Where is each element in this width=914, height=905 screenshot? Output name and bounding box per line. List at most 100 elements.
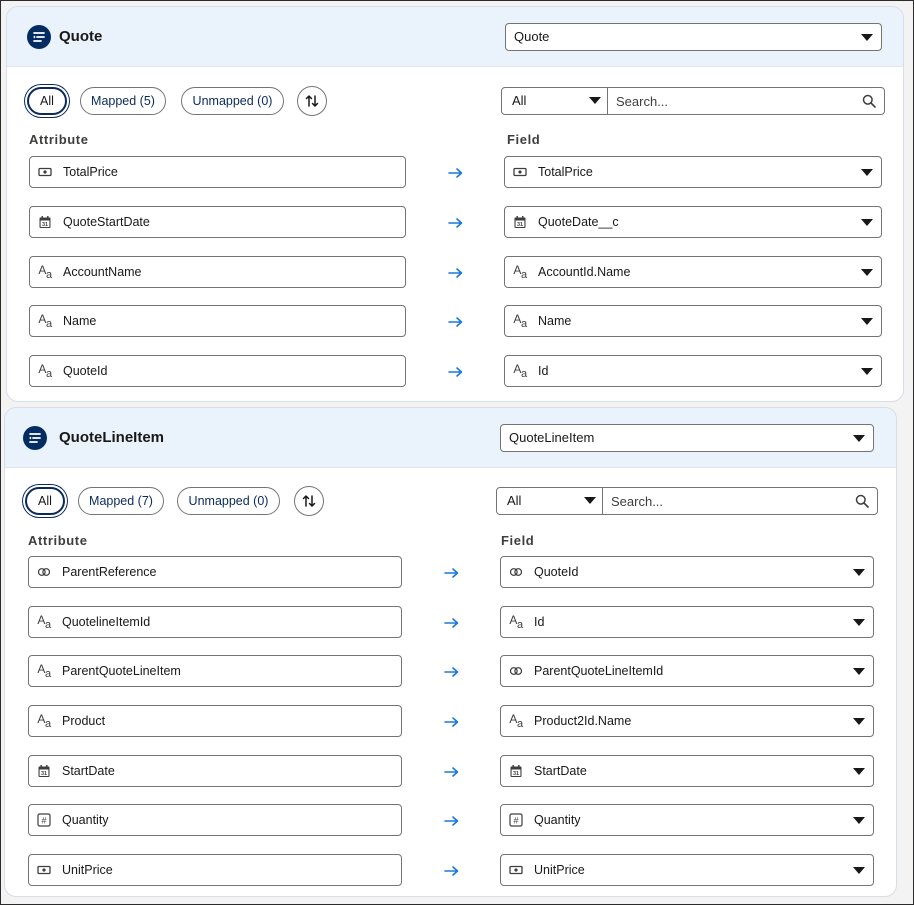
filter-mapped-button[interactable]: Mapped (7) [78,487,164,515]
chevron-down-icon [853,718,865,725]
field-select[interactable]: Aa Id [500,606,874,638]
mapping-section-card: Quote Quote All Mapped (5) Unmapped (0) Al… [6,6,904,402]
attribute-field: # Quantity [28,804,402,836]
svg-text:#: # [41,816,46,826]
attribute-field: Aa QuotelineItemId [28,606,402,638]
mapping-arrow-icon [448,315,464,327]
field-column-header: Field [501,533,535,548]
attribute-name: ParentQuoteLineItem [62,664,181,678]
text-icon: Aa [37,711,51,730]
svg-text:31: 31 [513,771,519,777]
attribute-field: 31 QuoteStartDate [29,206,406,238]
filter-all-button[interactable]: All [25,487,65,515]
object-select[interactable]: Quote [505,23,882,51]
attribute-column-header: Attribute [29,132,89,147]
mapping-arrow-icon [444,864,460,876]
field-name: Quantity [534,813,581,827]
field-select[interactable]: Aa Id [504,355,882,387]
attribute-name: QuotelineItemId [62,615,151,629]
number-icon: # [37,813,51,827]
attribute-field: TotalPrice [29,156,406,188]
mapping-arrow-icon [448,266,464,278]
chevron-down-icon [861,368,873,375]
filter-unmapped-button[interactable]: Unmapped (0) [177,487,280,515]
search-icon[interactable] [855,494,869,513]
chevron-down-icon [853,867,865,874]
filter-mapped-label: Mapped (7) [89,494,153,508]
svg-text:31: 31 [517,222,523,228]
field-name: QuoteDate__c [538,215,619,229]
field-select[interactable]: ParentQuoteLineItemId [500,655,874,687]
sort-button[interactable] [297,86,327,116]
text-icon: Aa [37,612,51,631]
attribute-field: 31 StartDate [28,755,402,787]
link-icon [509,565,523,579]
object-select-value: Quote [514,29,550,44]
chevron-down-icon [861,318,873,325]
chevron-down-icon [853,569,865,576]
mapping-arrow-icon [444,566,460,578]
chevron-down-icon [861,34,873,41]
filter-unmapped-label: Unmapped (0) [192,94,273,108]
filter-unmapped-button[interactable]: Unmapped (0) [181,87,284,115]
attribute-name: TotalPrice [63,165,118,179]
field-filter-group: All [501,87,885,115]
number-icon: # [509,813,523,827]
sort-button[interactable] [294,486,324,516]
field-type-select-value: All [507,493,522,508]
attribute-name: Quantity [62,813,109,827]
attribute-field: Aa ParentQuoteLineItem [28,655,402,687]
link-icon [509,664,523,678]
currency-icon [37,863,51,877]
text-icon: Aa [509,711,523,730]
field-select[interactable]: 31 QuoteDate__c [504,206,882,238]
calendar-icon: 31 [513,215,527,229]
chevron-down-icon [853,619,865,626]
mapping-arrow-icon [444,616,460,628]
attribute-name: ParentReference [62,565,157,579]
field-name: QuoteId [534,565,579,579]
section-title: QuoteLineItem [59,429,165,446]
mapping-arrow-icon [444,814,460,826]
mapping-object-icon [23,426,47,450]
object-select[interactable]: QuoteLineItem [500,424,874,452]
chevron-down-icon [861,219,873,226]
mapping-arrow-icon [444,715,460,727]
field-type-select[interactable]: All [497,488,603,514]
field-select[interactable]: Aa Name [504,305,882,337]
attribute-field: Aa QuoteId [29,355,406,387]
field-type-select-value: All [512,93,527,108]
filter-all-button[interactable]: All [27,87,67,115]
section-header: QuoteLineItem QuoteLineItem [5,408,896,468]
field-select[interactable]: Aa AccountId.Name [504,256,882,288]
currency-icon [509,863,523,877]
field-select[interactable]: # Quantity [500,804,874,836]
filter-mapped-button[interactable]: Mapped (5) [80,87,166,115]
search-input[interactable] [609,88,856,114]
currency-icon [38,165,52,179]
field-name: Id [534,615,545,629]
field-select[interactable]: UnitPrice [500,854,874,886]
section-header: Quote Quote [7,7,903,67]
mapping-arrow-icon [444,665,460,677]
search-icon[interactable] [862,94,876,113]
mapping-arrow-icon [444,765,460,777]
text-icon: Aa [38,361,52,380]
field-type-select[interactable]: All [502,88,608,114]
field-select[interactable]: Aa Product2Id.Name [500,705,874,737]
chevron-down-icon [861,269,873,276]
calendar-icon: 31 [509,764,523,778]
attribute-field: UnitPrice [28,854,402,886]
filter-unmapped-label: Unmapped (0) [188,494,269,508]
search-input[interactable] [604,488,849,514]
chevron-down-icon [853,668,865,675]
text-icon: Aa [38,311,52,330]
field-select[interactable]: QuoteId [500,556,874,588]
svg-text:#: # [513,816,518,826]
field-select[interactable]: 31 StartDate [500,755,874,787]
field-name: ParentQuoteLineItemId [534,664,664,678]
field-filter-group: All [496,487,878,515]
field-select[interactable]: TotalPrice [504,156,882,188]
attribute-name: Product [62,714,106,728]
filter-all-label: All [40,94,54,108]
